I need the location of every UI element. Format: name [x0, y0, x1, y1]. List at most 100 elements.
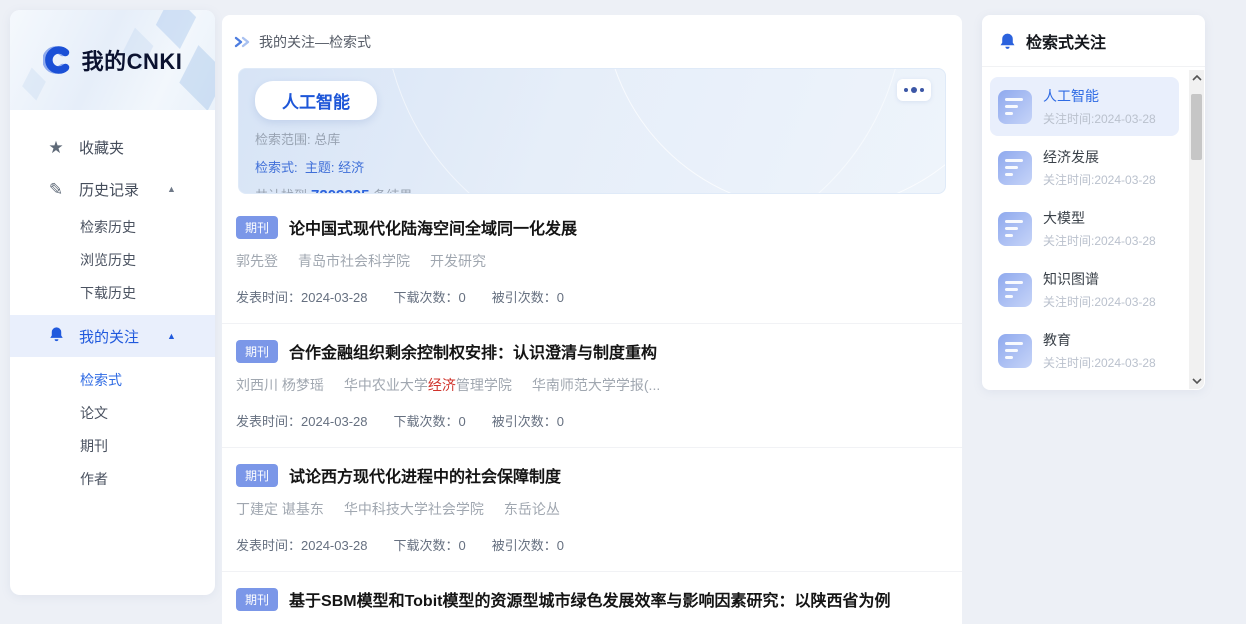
author-segment: 丁建定 谌基东: [236, 501, 324, 517]
scrollbar-track[interactable]: [1189, 86, 1204, 373]
result-count: 7209305: [311, 187, 369, 194]
sidebar-item-download-history[interactable]: 下载历史: [10, 276, 215, 309]
document-icon: [998, 334, 1032, 368]
sidebar-item-my-follow[interactable]: 我的关注 ▲: [10, 315, 215, 357]
scroll-up-icon[interactable]: [1192, 70, 1202, 86]
author-segment: 郭先登: [236, 253, 278, 269]
doc-line: [1005, 159, 1023, 162]
bell-icon: [998, 32, 1017, 51]
result-count-line: 共计找到7209305条结果: [255, 185, 929, 194]
doc-line: [1005, 288, 1018, 291]
follow-time: 关注时间:2024-03-28: [1043, 232, 1156, 249]
follow-item[interactable]: 大模型关注时间:2024-03-28: [990, 199, 1179, 258]
article-title[interactable]: 基于SBM模型和Tobit模型的资源型城市绿色发展效率与影响因素研究：以陕西省为…: [289, 587, 890, 611]
author-text: 东岳论丛: [504, 501, 560, 517]
journal-badge: 期刊: [236, 216, 278, 239]
journal-badge: 期刊: [236, 464, 278, 487]
article-header: 期刊基于SBM模型和Tobit模型的资源型城市绿色发展效率与影响因素研究：以陕西…: [236, 587, 948, 611]
doc-line: [1005, 227, 1018, 230]
scrollbar[interactable]: [1189, 70, 1204, 389]
follow-name: 知识图谱: [1043, 269, 1156, 289]
sidebar-item-search-expression[interactable]: 检索式: [10, 363, 215, 396]
author-text: 华中农业大学: [344, 377, 428, 393]
follow-time: 关注时间:2024-03-28: [1043, 354, 1156, 371]
doc-line: [1005, 173, 1013, 176]
follow-item-text: 经济发展关注时间:2024-03-28: [1043, 147, 1156, 188]
search-expression-line: 检索式: 主题: 经济: [255, 157, 929, 176]
article-authors: 丁建定 谌基东 华中科技大学社会学院 东岳论丛: [236, 499, 948, 519]
doc-line: [1005, 342, 1023, 345]
doc-line: [1005, 105, 1018, 108]
publish-time: 发表时间：2024-03-28: [236, 414, 368, 429]
document-icon: [998, 273, 1032, 307]
follow-name: 人工智能: [1043, 86, 1156, 106]
doc-line: [1005, 356, 1013, 359]
cnki-c-icon: [43, 45, 73, 75]
follow-panel-title: 检索式关注: [1026, 29, 1106, 53]
publish-time: 发表时间：2024-03-28: [236, 538, 368, 553]
author-text: 青岛市社会科学院: [298, 253, 410, 269]
scroll-down-icon[interactable]: [1192, 373, 1202, 389]
author-segment: 青岛市社会科学院: [298, 253, 410, 269]
article-meta: 发表时间：2024-03-28下载次数：0被引次数：0: [236, 411, 948, 430]
article-header: 期刊合作金融组织剩余控制权安排：认识澄清与制度重构: [236, 339, 948, 363]
author-text: 郭先登: [236, 253, 278, 269]
scrollbar-thumb[interactable]: [1191, 94, 1202, 160]
journal-badge: 期刊: [236, 340, 278, 363]
sidebar-item-browse-history[interactable]: 浏览历史: [10, 243, 215, 276]
article-item: 期刊基于SBM模型和Tobit模型的资源型城市绿色发展效率与影响因素研究：以陕西…: [222, 572, 962, 624]
article-item: 期刊论中国式现代化陆海空间全域同一化发展郭先登 青岛市社会科学院 开发研究发表时间：…: [222, 200, 962, 324]
doc-line: [1005, 98, 1023, 101]
author-text: 开发研究: [430, 253, 486, 269]
follow-item[interactable]: 经济发展关注时间:2024-03-28: [990, 138, 1179, 197]
follow-item[interactable]: 人工智能关注时间:2024-03-28: [990, 77, 1179, 136]
doc-line: [1005, 112, 1013, 115]
article-title[interactable]: 论中国式现代化陆海空间全域同一化发展: [289, 215, 577, 239]
doc-line: [1005, 295, 1013, 298]
sidebar-item-history[interactable]: ✎ 历史记录 ▲: [10, 168, 215, 210]
sidebar-item-favorites[interactable]: ★ 收藏夹: [10, 126, 215, 168]
sidebar-item-papers[interactable]: 论文: [10, 396, 215, 429]
follow-name: 教育: [1043, 330, 1156, 350]
article-meta: 发表时间：2024-03-28下载次数：0被引次数：0: [236, 535, 948, 554]
follow-time: 关注时间:2024-03-28: [1043, 293, 1156, 310]
sidebar-item-journals[interactable]: 期刊: [10, 429, 215, 462]
follow-panel: 检索式关注 人工智能关注时间:2024-03-28经济发展关注时间:2024-0…: [982, 15, 1205, 390]
article-title[interactable]: 试论西方现代化进程中的社会保障制度: [289, 463, 561, 487]
ellipsis-icon: [920, 88, 924, 92]
doc-line: [1005, 166, 1018, 169]
publish-time: 发表时间：2024-03-28: [236, 290, 368, 305]
document-icon: [998, 212, 1032, 246]
follow-time: 关注时间:2024-03-28: [1043, 171, 1156, 188]
follow-item-text: 知识图谱关注时间:2024-03-28: [1043, 269, 1156, 310]
bell-icon: [46, 326, 66, 346]
article-title[interactable]: 合作金融组织剩余控制权安排：认识澄清与制度重构: [289, 339, 657, 363]
journal-badge: 期刊: [236, 588, 278, 611]
collapse-arrow-icon[interactable]: ▲: [167, 331, 176, 341]
logo-banner: 我的CNKI: [10, 10, 215, 110]
doc-line: [1005, 281, 1023, 284]
highlighted-term: 经济: [428, 377, 456, 393]
article-list: 期刊论中国式现代化陆海空间全域同一化发展郭先登青岛市社会科学院开发研究发表时间：…: [222, 200, 962, 624]
keyword-pill[interactable]: 人工智能: [255, 81, 377, 120]
author-text: 丁建定 谌基东: [236, 501, 324, 517]
author-text: 管理学院: [456, 377, 512, 393]
collapse-arrow-icon[interactable]: ▲: [167, 184, 176, 194]
download-count: 下载次数：0: [394, 414, 466, 429]
article-header: 期刊试论西方现代化进程中的社会保障制度: [236, 463, 948, 487]
followed-query-card[interactable]: 人工智能 检索范围: 总库 检索式: 主题: 经济 共计找到7209305条结果: [238, 68, 946, 194]
author-text: 华南师范大学学报(...: [532, 377, 660, 393]
search-scope-line: 检索范围: 总库: [255, 129, 929, 148]
follow-item[interactable]: 知识图谱关注时间:2024-03-28: [990, 260, 1179, 319]
follow-item[interactable]: 教育关注时间:2024-03-28: [990, 321, 1179, 380]
author-segment: 华南师范大学学报(...: [532, 377, 660, 393]
more-actions-button[interactable]: [897, 79, 931, 101]
sidebar-item-authors[interactable]: 作者: [10, 462, 215, 495]
follow-panel-header: 检索式关注: [982, 15, 1205, 67]
sidebar-item-search-history[interactable]: 检索历史: [10, 210, 215, 243]
author-text: 华中科技大学社会学院: [344, 501, 484, 517]
left-sidebar: 我的CNKI ★ 收藏夹 ✎ 历史记录 ▲ 检索历史 浏览历史 下载历史 我的关…: [10, 10, 215, 595]
double-chevron-icon: [234, 36, 251, 48]
sidebar-menu: ★ 收藏夹 ✎ 历史记录 ▲ 检索历史 浏览历史 下载历史 我的关注 ▲ 检索式…: [10, 110, 215, 495]
doc-line: [1005, 220, 1023, 223]
